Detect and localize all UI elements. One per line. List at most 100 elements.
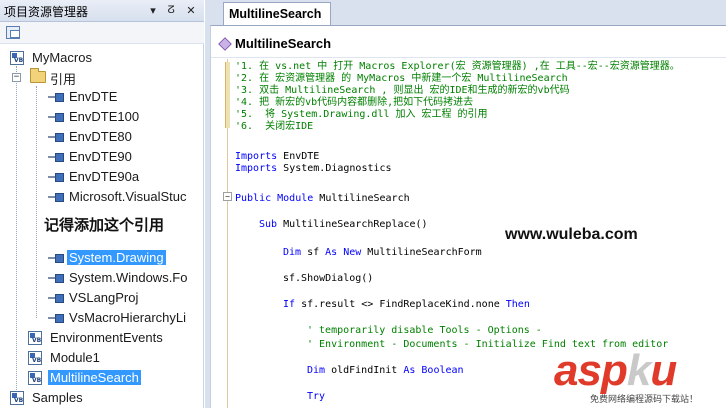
code-line: '1. 在 vs.net 中 打开 Macros Explorer(宏 资源管理… [235, 61, 680, 73]
code-text: MultilineSearchReplace() [277, 219, 428, 230]
logo-part: u [650, 346, 677, 395]
code-text: EnvDTE [277, 151, 320, 162]
tree-item-label: VSLangProj [69, 290, 139, 305]
code-line: Dim sf As New MultilineSearchForm [283, 247, 482, 259]
tree-item-reference-selected[interactable]: System.Drawing [0, 248, 204, 268]
tree-item-reference[interactable]: EnvDTE90 [0, 147, 204, 167]
tree-item-label: EnvDTE90a [69, 169, 140, 184]
logo-part: k [626, 346, 652, 395]
project-explorer-panel: 项目资源管理器 ▾ ⵒ ✕ MyMacros − 引用 EnvDTE EnvDT… [0, 0, 204, 408]
tree-item-reference[interactable]: EnvDTE100 [0, 107, 204, 127]
code-text: MultilineSearch [313, 193, 410, 204]
tree-item-reference[interactable]: Microsoft.VisualStuc [0, 187, 204, 207]
code-comment: ' temporarily disable Tools - Options - [307, 325, 542, 336]
tree-item-label: System.Windows.Fo [69, 270, 188, 285]
code-keyword: Public Module [235, 193, 314, 204]
code-comment: '5. 将 System.Drawing.dll 加入 宏工程 的引用 [235, 109, 488, 120]
document-title: MultilineSearch [235, 36, 332, 51]
code-line: '3. 双击 MultilineSearch , 则显出 宏的IDE和生成的新宏… [235, 85, 570, 97]
dropdown-icon[interactable]: ▾ [146, 3, 160, 18]
code-line: Public Module MultilineSearch [235, 193, 410, 205]
code-text: MultilineSearchForm [361, 247, 482, 258]
reference-icon [48, 293, 64, 303]
aspku-logo: aspku 免费网络编程源码下载站！ [548, 346, 724, 406]
change-marker [225, 62, 230, 128]
reference-icon [48, 273, 64, 283]
tree-item-label: EnvDTE [69, 89, 118, 104]
project-icon [10, 51, 24, 65]
code-keyword: Dim [283, 247, 302, 258]
code-line: Imports System.Diagnostics [235, 163, 392, 175]
reference-icon [48, 152, 64, 162]
code-text: System.Diagnostics [277, 163, 392, 174]
vb-module-icon [28, 331, 42, 345]
tree-item-reference[interactable]: EnvDTE [0, 87, 204, 107]
reference-icon [48, 172, 64, 182]
tree-item-module[interactable]: EnvironmentEvents [0, 328, 204, 348]
tree-item-reference[interactable]: VSLangProj [0, 288, 204, 308]
reference-icon [48, 313, 64, 323]
code-line: '4. 把 新宏的vb代码内容都删除,把如下代码拷进去 [235, 97, 473, 109]
logo-text: aspku [554, 346, 677, 396]
tree-item-label: System.Drawing [67, 250, 166, 265]
tree-item-label: Module1 [50, 350, 100, 365]
site-watermark: www.wuleba.com [505, 226, 638, 243]
tree-item-label: EnvironmentEvents [50, 330, 163, 345]
reference-icon [48, 132, 64, 142]
tree-item-module[interactable]: Module1 [0, 348, 204, 368]
tree-item-label: EnvDTE100 [69, 109, 140, 124]
tree-item-label: Microsoft.VisualStuc [69, 189, 187, 204]
code-line: sf.ShowDialog() [283, 273, 373, 285]
tree-item-label: EnvDTE80 [69, 129, 132, 144]
tree-item-label: EnvDTE90 [69, 149, 132, 164]
reference-icon [48, 112, 64, 122]
close-icon[interactable]: ✕ [184, 3, 198, 18]
code-keyword: As Boolean [403, 365, 464, 376]
explorer-toolbar [0, 22, 204, 44]
properties-icon[interactable] [6, 26, 20, 39]
vb-module-icon [28, 371, 42, 385]
code-line: Sub MultilineSearchReplace() [259, 219, 428, 231]
reference-icon [48, 192, 64, 202]
tree-item-mymacros[interactable]: MyMacros [0, 48, 204, 68]
tree-item-reference[interactable]: EnvDTE80 [0, 127, 204, 147]
macro-module-icon [218, 37, 232, 51]
tab-multilinesearch[interactable]: MultilineSearch [223, 2, 331, 25]
tree-item-reference[interactable]: EnvDTE90a [0, 167, 204, 187]
code-text: sf.ShowDialog() [283, 273, 374, 284]
outline-collapse-icon[interactable]: − [223, 192, 232, 201]
logo-part: asp [554, 346, 628, 395]
code-keyword: As New [325, 247, 362, 258]
collapse-icon[interactable]: − [12, 73, 21, 82]
code-keyword: Sub [259, 219, 278, 230]
pin-icon[interactable]: ⵒ [164, 3, 178, 18]
code-keyword: Dim [307, 365, 326, 376]
tree-item-references[interactable]: − 引用 [0, 67, 204, 87]
tree-item-label: MultilineSearch [48, 370, 141, 385]
code-line: Try [307, 391, 325, 403]
code-keyword: If [283, 299, 296, 310]
project-icon [10, 391, 24, 405]
tree-item-reference[interactable]: VsMacroHierarchyLi [0, 308, 204, 328]
code-text: sf [301, 247, 326, 258]
code-comment: '3. 双击 MultilineSearch , 则显出 宏的IDE和生成的新宏… [235, 85, 570, 96]
tree-item-samples[interactable]: Samples [0, 388, 204, 408]
reference-icon [48, 92, 64, 102]
code-line: '2. 在 宏资源管理器 的 MyMacros 中新建一个宏 Multiline… [235, 73, 568, 85]
code-keyword: Imports [235, 163, 278, 174]
code-comment: '1. 在 vs.net 中 打开 Macros Explorer(宏 资源管理… [235, 61, 680, 72]
tree-item-module-selected[interactable]: MultilineSearch [0, 368, 204, 388]
explorer-title: 项目资源管理器 [4, 5, 89, 19]
code-line: '6. 关闭宏IDE [235, 121, 313, 133]
tree-item-label: 引用 [50, 72, 77, 87]
code-comment: '4. 把 新宏的vb代码内容都删除,把如下代码拷进去 [235, 97, 474, 108]
code-comment: '6. 关闭宏IDE [235, 121, 314, 132]
vb-module-icon [28, 351, 42, 365]
annotation-text: 记得添加这个引用 [44, 216, 165, 234]
document-header: MultilineSearch [211, 26, 726, 58]
reference-icon [48, 253, 64, 263]
tree-item-label: MyMacros [32, 50, 92, 65]
tab-label: MultilineSearch [229, 7, 322, 21]
tree-item-reference[interactable]: System.Windows.Fo [0, 268, 204, 288]
tree-item-label: VsMacroHierarchyLi [69, 310, 187, 325]
